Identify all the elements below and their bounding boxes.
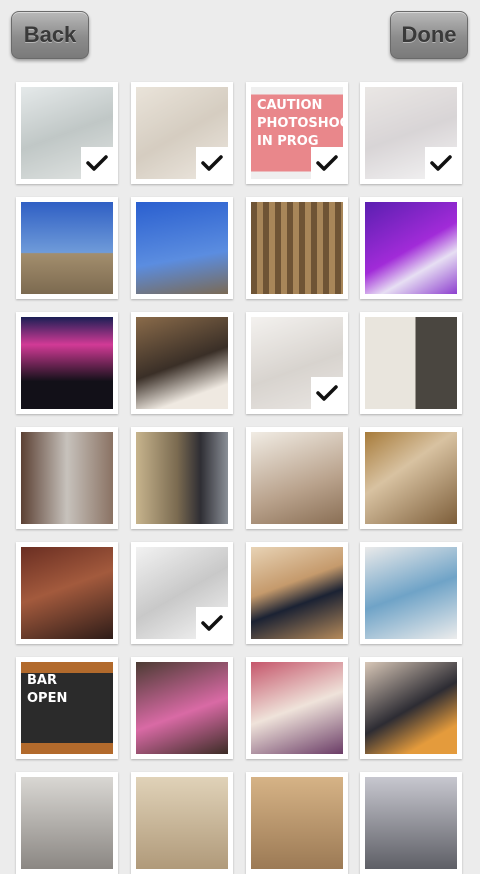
photo-thumbnail[interactable] xyxy=(360,657,462,759)
photo-thumbnail[interactable] xyxy=(131,312,233,414)
photo-image xyxy=(251,202,343,294)
photo-thumbnail[interactable] xyxy=(360,427,462,529)
photo-image xyxy=(136,662,228,754)
photo-image xyxy=(21,202,113,294)
photo-thumbnail[interactable] xyxy=(360,312,462,414)
photo-thumbnail[interactable] xyxy=(16,427,118,529)
photo-thumbnail[interactable] xyxy=(246,657,348,759)
photo-thumbnail[interactable] xyxy=(131,657,233,759)
photo-image xyxy=(21,317,113,409)
checkmark-icon xyxy=(196,147,228,179)
checkmark-icon xyxy=(425,147,457,179)
photo-thumbnail[interactable] xyxy=(360,772,462,874)
photo-thumbnail[interactable] xyxy=(360,82,462,184)
photo-image xyxy=(251,777,343,869)
photo-image xyxy=(136,317,228,409)
photo-thumbnail[interactable] xyxy=(16,312,118,414)
photo-sign-text: BAR OPEN xyxy=(27,673,68,706)
photo-image xyxy=(21,432,113,524)
photo-thumbnail[interactable] xyxy=(246,427,348,529)
photo-image xyxy=(365,317,457,409)
photo-thumbnail[interactable] xyxy=(16,542,118,644)
checkmark-icon xyxy=(311,377,343,409)
photo-image xyxy=(251,432,343,524)
photo-thumbnail[interactable] xyxy=(246,312,348,414)
photo-image xyxy=(21,777,113,869)
photo-thumbnail[interactable] xyxy=(16,772,118,874)
photo-image xyxy=(136,202,228,294)
photo-thumbnail[interactable] xyxy=(16,197,118,299)
photo-thumbnail[interactable]: CAUTION PHOTOSHOOT IN PROG xyxy=(246,82,348,184)
photo-image xyxy=(365,547,457,639)
photo-image xyxy=(251,662,343,754)
checkmark-icon xyxy=(196,607,228,639)
photo-thumbnail[interactable] xyxy=(131,197,233,299)
photo-image xyxy=(365,777,457,869)
photo-thumbnail[interactable] xyxy=(131,772,233,874)
photo-thumbnail[interactable] xyxy=(246,772,348,874)
photo-image: BAR OPEN xyxy=(21,662,113,754)
checkmark-icon xyxy=(81,147,113,179)
checkmark-icon xyxy=(311,147,343,179)
photo-image xyxy=(365,202,457,294)
photo-image xyxy=(365,432,457,524)
photo-sign-text: CAUTION PHOTOSHOOT IN PROG xyxy=(257,98,343,149)
photo-thumbnail[interactable] xyxy=(246,197,348,299)
photo-thumbnail[interactable] xyxy=(131,427,233,529)
photo-image xyxy=(21,547,113,639)
photo-thumbnail[interactable] xyxy=(360,197,462,299)
photo-grid: CAUTION PHOTOSHOOT IN PROG BAR OPEN xyxy=(0,0,480,874)
photo-thumbnail[interactable] xyxy=(246,542,348,644)
photo-image xyxy=(251,547,343,639)
photo-thumbnail[interactable] xyxy=(131,82,233,184)
photo-thumbnail[interactable] xyxy=(16,82,118,184)
photo-thumbnail[interactable] xyxy=(131,542,233,644)
photo-image xyxy=(365,662,457,754)
photo-image xyxy=(136,777,228,869)
photo-thumbnail[interactable] xyxy=(360,542,462,644)
photo-thumbnail[interactable]: BAR OPEN xyxy=(16,657,118,759)
photo-image xyxy=(136,432,228,524)
